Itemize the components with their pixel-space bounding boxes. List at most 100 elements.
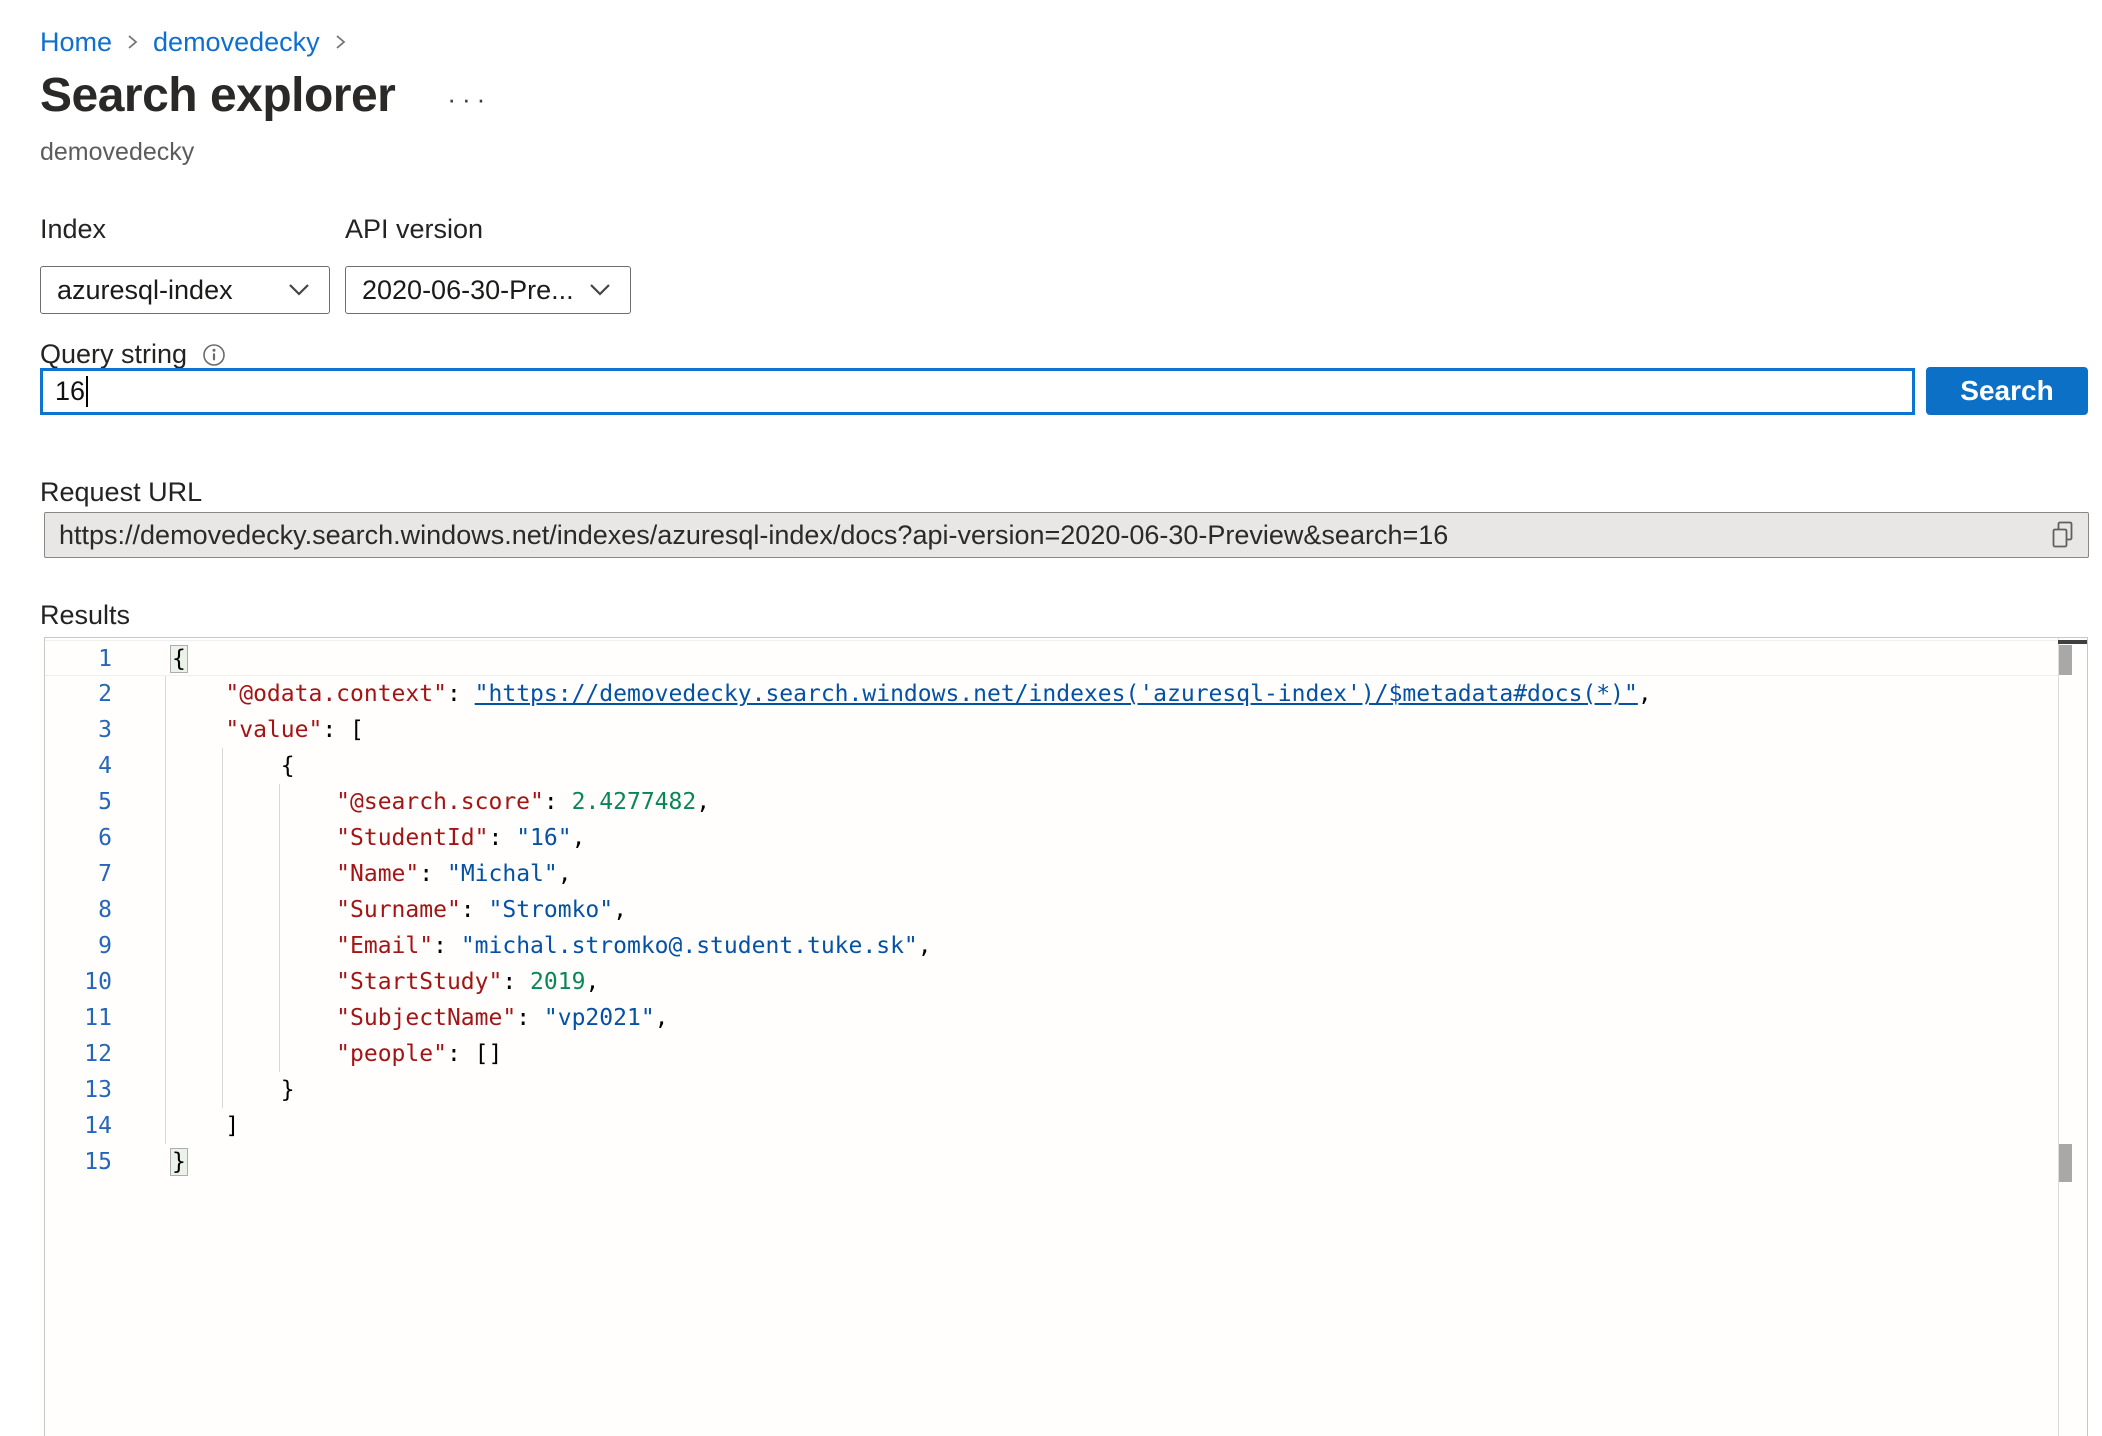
results-label: Results [40,600,130,631]
code-line: 2 "@odata.context": "https://demovedecky… [45,676,2059,712]
code-token: } [170,1148,188,1176]
indent-guide [222,748,223,1108]
code-text: "StudentId": "16", [170,820,585,856]
code-token: "Email" [336,933,433,959]
scrollbar-thumb[interactable] [2059,645,2072,675]
code-text: "SubjectName": "vp2021", [170,1000,669,1036]
code-token: : [461,897,489,923]
text-cursor [86,376,88,407]
code-token: ] [170,1113,239,1139]
code-token: : [] [447,1041,502,1067]
code-line: 15} [45,1144,2059,1180]
more-options-button[interactable]: ··· [447,86,491,112]
code-token: "SubjectName" [336,1005,516,1031]
line-number: 7 [45,856,112,892]
code-token: : [447,681,475,707]
code-text: "Email": "michal.stromko@.student.tuke.s… [170,928,932,964]
code-line: 8 "Surname": "Stromko", [45,892,2059,928]
code-text: { [170,748,295,784]
code-token: , [558,861,572,887]
code-token: : [544,789,572,815]
code-token [170,825,336,851]
line-number: 4 [45,748,112,784]
scrollbar-thumb[interactable] [2059,1144,2072,1182]
code-token: "StudentId" [336,825,488,851]
code-token: "@odata.context" [225,681,447,707]
code-token: , [613,897,627,923]
code-token [170,969,336,995]
search-button[interactable]: Search [1926,367,2088,415]
index-dropdown[interactable]: azuresql-index [40,266,330,314]
code-token: : [433,933,461,959]
indent-guide [279,784,280,1072]
odata-context-link[interactable]: "https://demovedecky.search.windows.net/… [475,681,1638,707]
query-input-value: 16 [55,376,85,407]
code-token [170,789,336,815]
code-token: 2.4277482 [572,789,697,815]
code-token: , [918,933,932,959]
line-number: 11 [45,1000,112,1036]
code-token [170,1005,336,1031]
page-subtitle: demovedecky [40,138,194,167]
request-url-value: https://demovedecky.search.windows.net/i… [59,520,1448,551]
code-text: "StartStudy": 2019, [170,964,599,1000]
code-token: : [502,969,530,995]
code-token: : [ [322,717,364,743]
code-text: "Surname": "Stromko", [170,892,627,928]
code-line: 14 ] [45,1108,2059,1144]
breadcrumb-item-home[interactable]: Home [40,27,112,58]
code-token: "Name" [336,861,419,887]
page-title: Search explorer [40,68,395,123]
code-text: "value": [ [170,712,364,748]
line-number: 12 [45,1036,112,1072]
code-token: , [572,825,586,851]
code-line: 9 "Email": "michal.stromko@.student.tuke… [45,928,2059,964]
code-token [170,897,336,923]
line-number: 8 [45,892,112,928]
code-token: } [170,1077,295,1103]
line-number: 2 [45,676,112,712]
code-token: "Surname" [336,897,461,923]
query-input[interactable]: 16 [40,368,1915,415]
breadcrumb: Home demovedecky [40,24,347,60]
code-token: "vp2021" [544,1005,655,1031]
code-token: "michal.stromko@.student.tuke.sk" [461,933,918,959]
code-line: 1{ [45,640,2059,676]
code-line: 4 { [45,748,2059,784]
api-version-dropdown[interactable]: 2020-06-30-Pre... [345,266,631,314]
breadcrumb-item-demovedecky[interactable]: demovedecky [153,27,320,58]
code-token [170,933,336,959]
code-token: { [170,645,188,673]
code-line: 6 "StudentId": "16", [45,820,2059,856]
search-explorer-page: Home demovedecky Search explorer ··· dem… [0,0,2102,1436]
code-token: "Stromko" [489,897,614,923]
line-number: 3 [45,712,112,748]
api-version-dropdown-value: 2020-06-30-Pre... [362,275,574,306]
request-url-field[interactable]: https://demovedecky.search.windows.net/i… [44,512,2089,558]
index-label: Index [40,214,106,245]
query-string-label: Query string [40,339,187,370]
code-token: "Michal" [447,861,558,887]
line-number: 10 [45,964,112,1000]
code-token: "16" [516,825,571,851]
code-token [170,717,225,743]
code-line: 10 "StartStudy": 2019, [45,964,2059,1000]
code-text: ] [170,1108,239,1144]
copy-icon[interactable] [2051,521,2074,549]
code-line: 11 "SubjectName": "vp2021", [45,1000,2059,1036]
results-editor[interactable]: 1{2 "@odata.context": "https://demovedec… [44,637,2088,1436]
code-token [170,681,225,707]
request-url-label: Request URL [40,477,202,508]
info-icon[interactable] [202,343,226,367]
code-line: 13 } [45,1072,2059,1108]
line-number: 9 [45,928,112,964]
breadcrumb-chevron-icon [334,32,347,52]
code-token: { [170,753,295,779]
code-line: 3 "value": [ [45,712,2059,748]
line-number: 6 [45,820,112,856]
code-token: "StartStudy" [336,969,502,995]
code-line: 12 "people": [] [45,1036,2059,1072]
code-token [170,1041,336,1067]
code-text: { [170,641,188,675]
code-line: 7 "Name": "Michal", [45,856,2059,892]
